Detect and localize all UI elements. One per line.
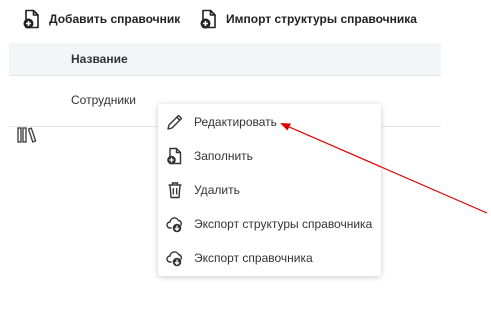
table-header: Название [9, 43, 441, 76]
add-directory-label: Добавить справочник [49, 12, 181, 26]
cloud-download-icon [166, 215, 184, 233]
menu-item-fill[interactable]: Заполнить [158, 139, 381, 173]
cloud-download-icon [166, 249, 184, 267]
file-add-icon [23, 9, 41, 29]
file-add-icon [166, 147, 184, 165]
menu-item-export-structure[interactable]: Экспорт структуры справочника [158, 207, 381, 241]
menu-item-label: Заполнить [194, 149, 253, 163]
menu-item-label: Удалить [194, 183, 240, 197]
import-structure-label: Импорт структуры справочника [226, 12, 417, 26]
menu-item-export-directory[interactable]: Экспорт справочника [158, 241, 381, 275]
context-menu: Редактировать Заполнить Удалить Экспорт … [158, 104, 381, 276]
column-header-name[interactable]: Название [71, 52, 128, 66]
menu-item-label: Экспорт справочника [194, 251, 313, 265]
pencil-icon [166, 113, 184, 131]
trash-icon [166, 181, 184, 199]
add-directory-button[interactable]: Добавить справочник [23, 9, 180, 29]
books-icon [17, 127, 37, 148]
menu-item-label: Экспорт структуры справочника [194, 217, 373, 231]
row-name-cell: Сотрудники [71, 93, 136, 107]
import-structure-button[interactable]: Импорт структуры справочника [200, 9, 417, 29]
menu-item-delete[interactable]: Удалить [158, 173, 381, 207]
menu-item-label: Редактировать [194, 115, 277, 129]
menu-item-edit[interactable]: Редактировать [158, 105, 381, 139]
file-add-icon [200, 9, 218, 29]
